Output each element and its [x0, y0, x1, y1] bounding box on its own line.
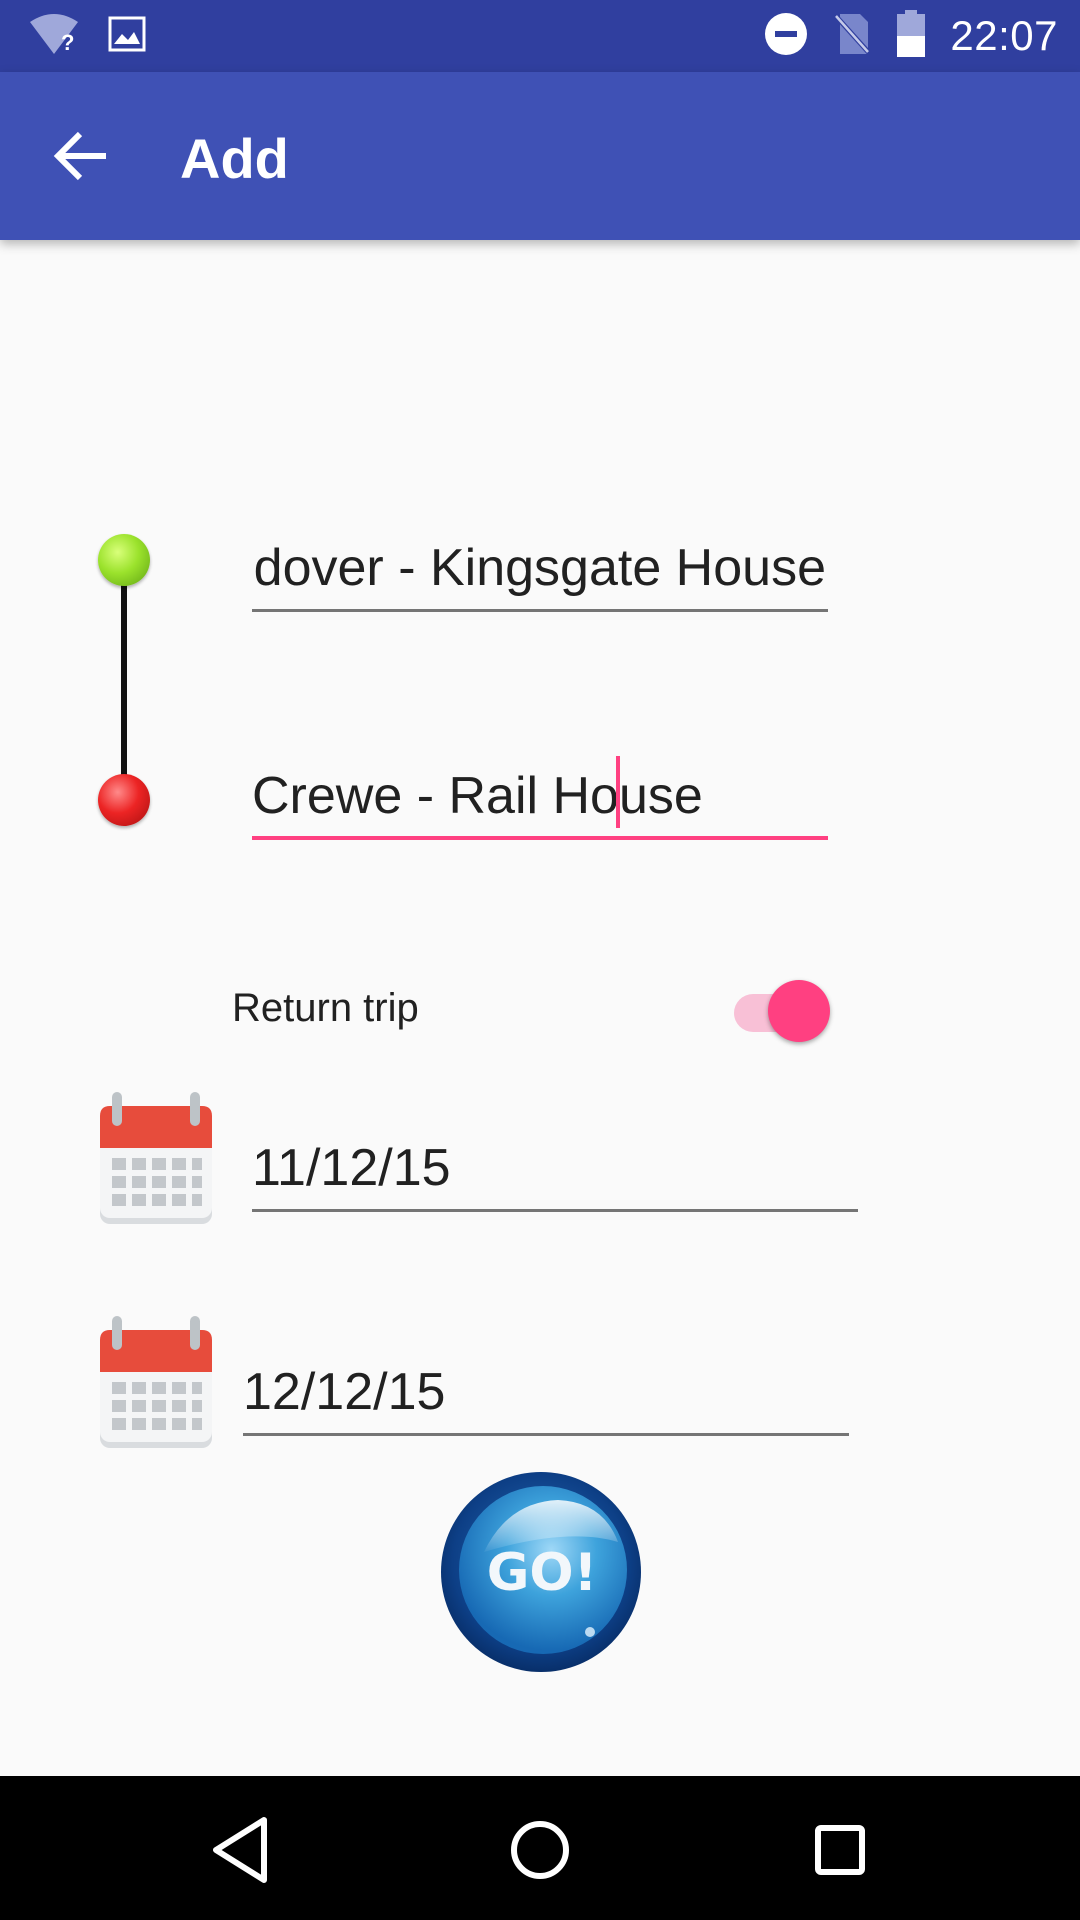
nav-back-button[interactable]	[204, 1812, 280, 1888]
start-marker-icon	[98, 534, 150, 586]
return-trip-label: Return trip	[232, 986, 419, 1030]
return-date-value: 12/12/15	[243, 1363, 446, 1421]
svg-text:?: ?	[61, 30, 74, 55]
destination-underline	[252, 836, 828, 840]
return-date-underline	[243, 1433, 849, 1436]
route-line	[121, 560, 127, 800]
wifi-unknown-icon: ?	[28, 12, 80, 61]
destination-input[interactable]: Crewe - Rail House	[252, 752, 828, 840]
outbound-date-input[interactable]: 11/12/15	[252, 1124, 858, 1212]
origin-input[interactable]: Andover - Kingsgate House	[252, 530, 828, 612]
outbound-calendar-icon[interactable]	[98, 1092, 214, 1226]
do-not-disturb-icon	[764, 12, 808, 61]
recents-square-icon	[815, 1825, 865, 1875]
nav-recents-button[interactable]	[802, 1812, 878, 1888]
return-trip-toggle[interactable]	[730, 978, 834, 1042]
status-bar: ? 22:07	[0, 0, 1080, 72]
end-marker-icon	[98, 774, 150, 826]
clock: 22:07	[950, 12, 1058, 59]
outbound-date-value: 11/12/15	[252, 1139, 451, 1197]
go-button[interactable]: GO!	[438, 1472, 644, 1672]
home-circle-icon	[511, 1821, 569, 1879]
origin-underline	[252, 609, 828, 612]
return-date-input[interactable]: 12/12/15	[243, 1348, 849, 1436]
back-button[interactable]	[48, 124, 120, 188]
no-sim-icon	[832, 11, 873, 61]
navigation-bar	[0, 1776, 1080, 1920]
back-triangle-icon	[213, 1817, 267, 1883]
toggle-thumb	[768, 980, 830, 1042]
page-title: Add	[180, 127, 289, 190]
arrow-back-icon	[53, 131, 106, 181]
go-button-label: GO!	[487, 1543, 598, 1603]
destination-value: Crewe - Rail House	[252, 767, 703, 825]
nav-home-button[interactable]	[502, 1812, 578, 1888]
app-bar: Add	[0, 72, 1080, 240]
origin-value: Andover - Kingsgate House	[252, 539, 826, 597]
battery-icon	[896, 9, 926, 63]
outbound-date-underline	[252, 1209, 858, 1212]
return-calendar-icon[interactable]	[98, 1316, 214, 1450]
text-cursor	[616, 756, 620, 828]
image-notification-icon	[108, 16, 146, 57]
